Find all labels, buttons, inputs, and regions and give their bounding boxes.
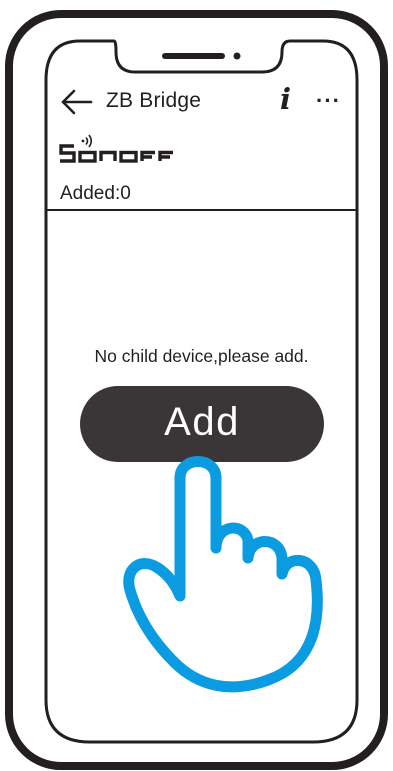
sonoff-logo — [59, 134, 173, 163]
more-icon[interactable]: ··· — [316, 86, 341, 116]
page-title: ZB Bridge — [106, 89, 202, 112]
wireless-signal-icon — [81, 134, 93, 148]
camera-dot — [233, 52, 241, 60]
empty-state-message: No child device,please add. — [94, 346, 309, 366]
nav-bar: ZB Bridge i ··· — [58, 82, 356, 120]
info-icon[interactable]: i — [280, 82, 291, 116]
back-arrow-icon[interactable] — [60, 88, 94, 116]
tap-hand-icon — [123, 456, 323, 693]
header-divider — [46, 209, 357, 211]
added-count: Added:0 — [60, 183, 131, 204]
